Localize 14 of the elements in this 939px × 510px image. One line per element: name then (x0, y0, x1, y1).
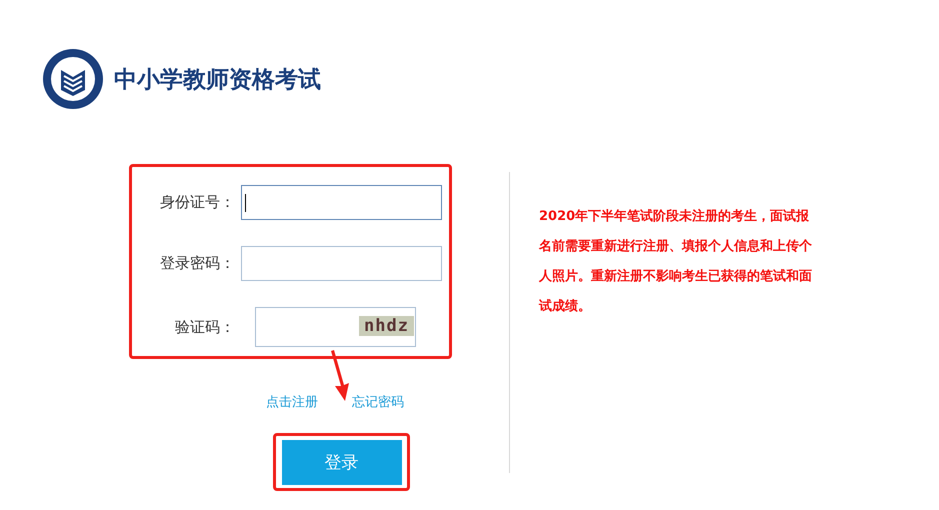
link[interactable]: 忘记密码 (352, 393, 404, 411)
password-field[interactable] (241, 246, 442, 281)
link[interactable]: 点击注册 (266, 393, 318, 411)
field-label: 身份证号： (159, 193, 235, 212)
captcha-image[interactable]: nhdz (359, 316, 414, 336)
captcha-field[interactable]: nhdz (255, 307, 416, 347)
field-label: 登录密码： (159, 254, 235, 273)
notice-text: 2020年下半年笔试阶段未注册的考生，面试报名前需要重新进行注册、填报个人信息和上传个人照片。重新注册不影响考生已获得的笔试和面试成绩。 (539, 208, 813, 316)
login-button[interactable]: 登录 (282, 440, 402, 484)
site-title: 中小学教师资格考试 (114, 66, 321, 94)
logo-icon (42, 48, 104, 110)
text-cursor (245, 194, 246, 212)
input-field[interactable] (241, 185, 442, 220)
field-label: 验证码： (174, 318, 235, 336)
